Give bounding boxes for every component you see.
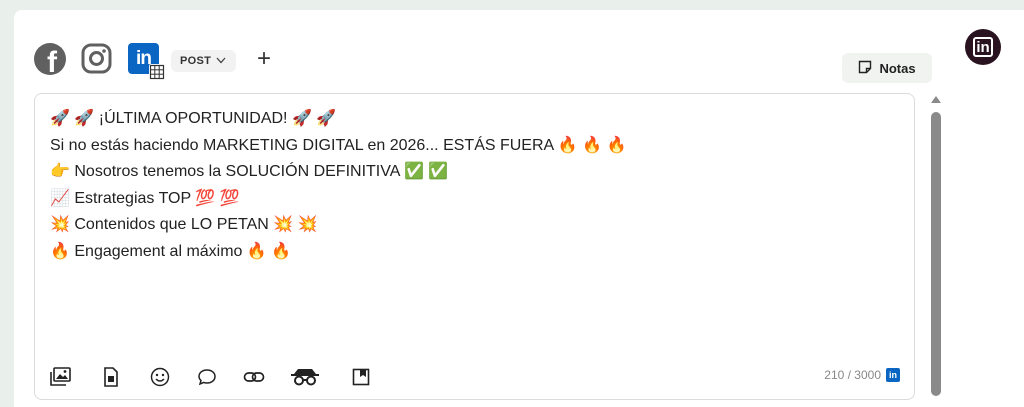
linkedin-icon: in [973, 37, 993, 57]
post-line: 🚀 🚀 ¡ÚLTIMA OPORTUNIDAD! 🚀 🚀 [50, 110, 337, 127]
chevron-down-icon [216, 55, 226, 67]
post-text[interactable]: 🚀 🚀 ¡ÚLTIMA OPORTUNIDAD! 🚀 🚀 Si no estás… [50, 106, 626, 265]
facebook-icon[interactable]: f [34, 43, 66, 75]
bookmark-icon[interactable] [350, 366, 372, 388]
post-line: 💥 Contenidos que LO PETAN 💥 💥 [50, 216, 318, 233]
post-editor[interactable]: 🚀 🚀 ¡ÚLTIMA OPORTUNIDAD! 🚀 🚀 Si no estás… [34, 93, 915, 400]
instagram-icon[interactable] [81, 43, 112, 74]
post-line: 📈 Estrategias TOP 💯 💯 [50, 189, 240, 207]
editor-scrollbar[interactable] [929, 96, 943, 400]
spy-glasses-icon[interactable] [290, 366, 320, 388]
comment-icon[interactable] [196, 366, 218, 388]
post-line: Si no estás haciendo MARKETING DIGITAL e… [50, 136, 627, 154]
emoji-icon[interactable] [149, 366, 171, 388]
scroll-thumb[interactable] [931, 112, 941, 396]
post-line: 👉 Nosotros tenemos la SOLUCIÓN DEFINITIV… [50, 163, 449, 180]
linkedin-account-avatar[interactable]: in [965, 29, 1001, 65]
add-network-button[interactable]: + [253, 47, 275, 72]
linkedin-icon[interactable]: in [128, 43, 165, 80]
link-icon[interactable] [243, 366, 265, 388]
character-counter: 210 / 3000 in [824, 368, 900, 382]
post-type-label: POST [180, 55, 212, 67]
linkedin-icon: in [886, 368, 900, 382]
post-line: 🔥 Engagement al máximo 🔥 🔥 [50, 242, 292, 260]
notes-button[interactable]: Notas [842, 53, 932, 83]
table-grid-icon [149, 64, 165, 80]
note-icon [858, 60, 872, 77]
scroll-up-arrow-icon[interactable] [931, 96, 941, 103]
counter-text: 210 / 3000 [824, 368, 881, 382]
image-gallery-icon[interactable] [50, 366, 72, 388]
post-type-select[interactable]: POST [171, 50, 236, 72]
notes-label: Notas [879, 60, 916, 76]
document-icon[interactable] [100, 366, 122, 388]
